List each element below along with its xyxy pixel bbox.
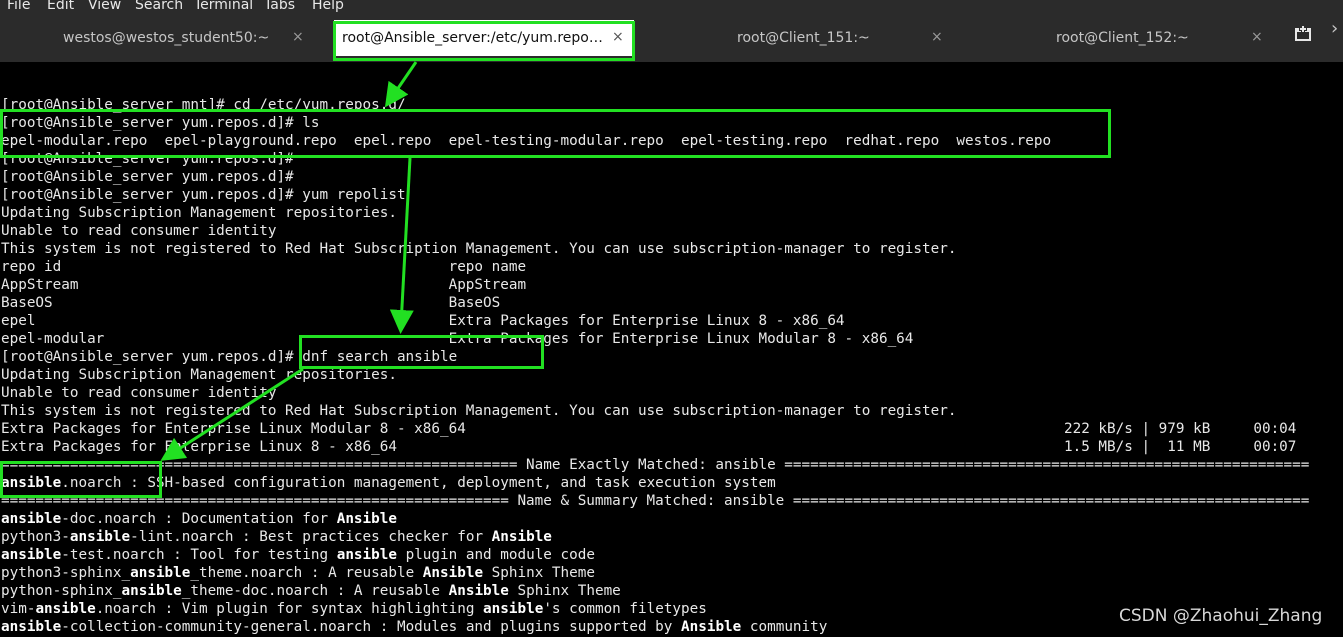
terminal-line: repo id repo name [1,259,527,275]
terminal-line: [root@Ansible_server yum.repos.d]# ls [1,115,320,131]
tab-client-151[interactable]: root@Client_151:~ × [640,20,960,56]
menu-tabs[interactable]: Tabs [264,0,295,14]
tab-westos-student50[interactable]: westos@westos_student50:~ × [0,20,330,56]
new-tab-icon[interactable] [1294,24,1314,44]
terminal-line: epel-modular.repo epel-playground.repo e… [1,133,1052,149]
terminal-line: Extra Packages for Enterprise Linux 8 - … [1,439,397,455]
tab-label: root@Client_152:~ [1056,30,1189,46]
search-result-line: python-sphinx_ansible_theme-doc.noarch :… [1,583,621,599]
close-icon[interactable]: × [612,29,624,45]
terminal-line: [root@Ansible_server yum.repos.d]# [1,151,294,167]
terminal-line: Unable to read consumer identity [1,223,277,239]
terminal-line: This system is not registered to Red Hat… [1,241,957,257]
tab-ansible-server[interactable]: root@Ansible_server:/etc/yum.repo… × [334,20,634,56]
menu-terminal[interactable]: Terminal [194,0,253,14]
close-icon[interactable]: × [1251,29,1263,45]
terminal-line: ========================================… [1,493,1310,509]
terminal-view[interactable]: [root@Ansible_server mnt]# cd /etc/yum.r… [0,62,1343,637]
close-icon[interactable]: × [292,29,304,45]
terminal-line: [root@Ansible_server yum.repos.d]# yum r… [1,187,406,203]
tab-label: root@Ansible_server:/etc/yum.repo… [342,30,603,46]
search-result-line: vim-ansible.noarch : Vim plugin for synt… [1,601,707,617]
menu-view[interactable]: View [88,0,121,14]
terminal-line: [root@Ansible_server mnt]# cd /etc/yum.r… [1,97,406,113]
terminal-line: AppStream AppStream [1,277,527,293]
search-result-line: ansible-test.noarch : Tool for testing a… [1,547,595,563]
terminal-line: ========================================… [1,457,1310,473]
download-stat: 222 kB/s | 979 kB 00:04 [1064,421,1297,437]
terminal-line: Extra Packages for Enterprise Linux Modu… [1,421,466,437]
watermark: CSDN @Zhaohui_Zhang [1119,606,1323,626]
menu-help[interactable]: Help [312,0,344,14]
tab-label: root@Client_151:~ [737,30,870,46]
search-result-line: ansible-collection-community-general.noa… [1,619,828,635]
terminal-line: [root@Ansible_server yum.repos.d]# [1,169,294,185]
menu-search[interactable]: Search [135,0,183,14]
search-result-line: ansible.noarch : SSH-based configuration… [1,475,776,491]
terminal-line: BaseOS BaseOS [1,295,501,311]
menu-bar: File Edit View Search Terminal Tabs Help [0,0,1343,14]
terminal-line: [root@Ansible_server yum.repos.d]# dnf s… [1,349,458,365]
terminal-line: This system is not registered to Red Hat… [1,403,957,419]
download-stat: 1.5 MB/s | 11 MB 00:07 [1064,439,1297,455]
search-result-line: python3-ansible-lint.noarch : Best pract… [1,529,552,545]
tab-bar: westos@westos_student50:~ × root@Ansible… [0,14,1343,62]
tab-client-152[interactable]: root@Client_152:~ × [960,20,1280,56]
terminal-line: epel Extra Packages for Enterprise Linux… [1,313,845,329]
menu-edit[interactable]: Edit [47,0,74,14]
scroll-right-icon[interactable]: › [1331,18,1338,39]
search-result-line: ansible-doc.noarch : Documentation for A… [1,511,397,527]
terminal-line: epel-modular Extra Packages for Enterpri… [1,331,914,347]
menu-file[interactable]: File [7,0,30,14]
search-result-line: python3-sphinx_ansible_theme.noarch : A … [1,565,595,581]
terminal-line: Updating Subscription Management reposit… [1,367,397,383]
tab-label: westos@westos_student50:~ [63,30,270,46]
terminal-line: Updating Subscription Management reposit… [1,205,397,221]
terminal-line: Unable to read consumer identity [1,385,277,401]
close-icon[interactable]: × [931,29,943,45]
